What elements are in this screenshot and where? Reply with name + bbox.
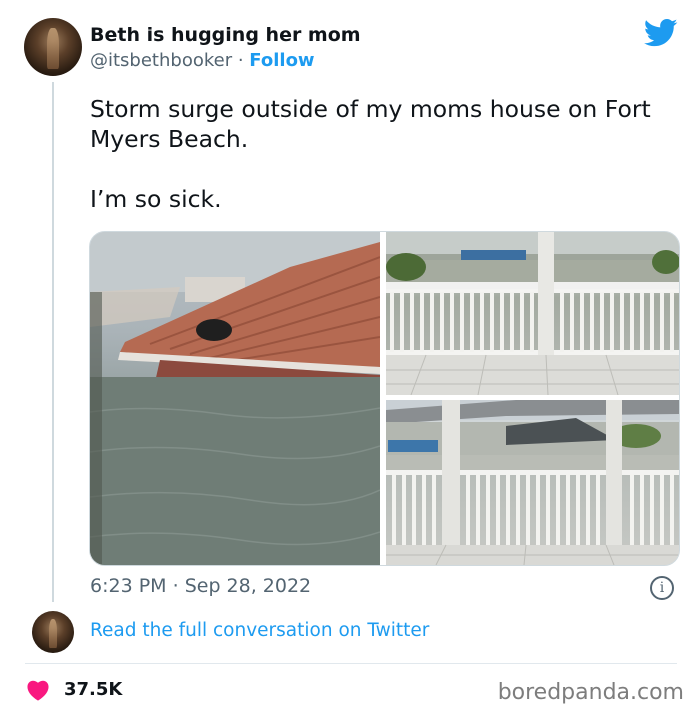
- tweet-date: Sep 28, 2022: [184, 575, 312, 597]
- author-avatar[interactable]: [24, 18, 82, 76]
- lanai-railing-illustration-bottom: [386, 400, 679, 565]
- tweet-timestamp[interactable]: 6:23 PM · Sep 28, 2022: [90, 575, 311, 597]
- twitter-bird-icon[interactable]: [644, 18, 678, 48]
- tweet-text: Storm surge outside of my moms house on …: [90, 94, 670, 214]
- boredpanda-watermark: boredpanda.com: [497, 680, 684, 705]
- tweet-time: 6:23 PM: [90, 575, 167, 597]
- read-conversation-link[interactable]: Read the full conversation on Twitter: [90, 620, 429, 641]
- photo-flooded-roof[interactable]: [90, 232, 380, 565]
- tweet-text-line-2: I’m so sick.: [90, 185, 222, 213]
- tweet-card: Beth is hugging her mom @itsbethbooker ·…: [0, 0, 700, 717]
- tweet-text-line-1: Storm surge outside of my moms house on …: [90, 95, 651, 153]
- follow-button[interactable]: Follow: [249, 50, 314, 71]
- lanai-railing-illustration-top: [386, 232, 679, 395]
- info-icon[interactable]: i: [650, 576, 674, 600]
- author-name[interactable]: Beth is hugging her mom: [90, 24, 361, 46]
- footer-divider: [25, 663, 677, 664]
- photo-lanai-railing-top[interactable]: [386, 232, 679, 395]
- author-handle-row: @itsbethbooker · Follow: [90, 50, 315, 71]
- handle-separator: ·: [232, 50, 250, 71]
- thread-line: [52, 82, 54, 602]
- heart-icon[interactable]: [26, 679, 50, 701]
- author-handle[interactable]: @itsbethbooker: [90, 50, 232, 71]
- photo-lanai-railing-bottom[interactable]: [386, 400, 679, 565]
- flooded-roof-illustration: [90, 232, 380, 565]
- reply-avatar: [32, 611, 74, 653]
- like-count[interactable]: 37.5K: [64, 679, 122, 700]
- timestamp-separator: ·: [166, 575, 185, 597]
- media-grid: [89, 231, 680, 566]
